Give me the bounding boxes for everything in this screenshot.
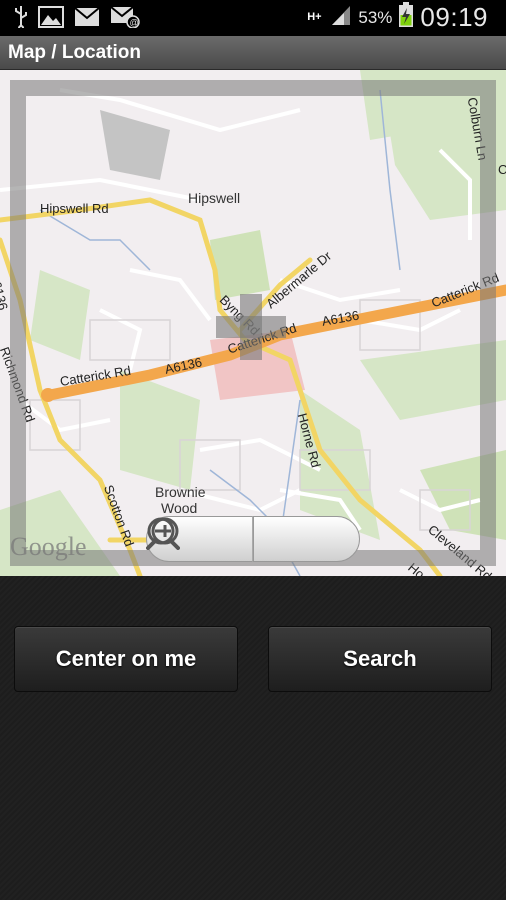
zoom-control [146,516,360,562]
battery-percent: 53% [358,7,393,27]
usb-icon [14,6,28,33]
map-label: C [498,162,506,177]
battery-charging-icon [398,2,414,33]
network-type: H+ [307,11,322,23]
map-view[interactable]: Hipswell Rd Hipswell A6136 Richmond Rd C… [0,70,506,576]
signal-icon [330,4,352,31]
email-at-icon: @ [110,6,140,33]
google-attribution: Google [10,532,87,561]
clock: 09:19 [420,2,488,32]
email-icon [74,7,100,32]
crosshair-icon [216,316,286,338]
center-on-me-button[interactable]: Center on me [14,626,238,692]
notification-icons: @ [14,6,140,33]
action-panel: Center on me Search [0,576,506,900]
status-bar: @ H+ 53% 09:19 [0,0,506,36]
svg-text:@: @ [130,18,139,28]
title-bar: Map / Location [0,36,506,70]
zoom-in-button[interactable] [146,516,360,562]
system-indicators: H+ 53% 09:19 [304,2,488,33]
picture-icon [38,6,64,33]
search-button[interactable]: Search [268,626,492,692]
page-title: Map / Location [8,42,141,63]
